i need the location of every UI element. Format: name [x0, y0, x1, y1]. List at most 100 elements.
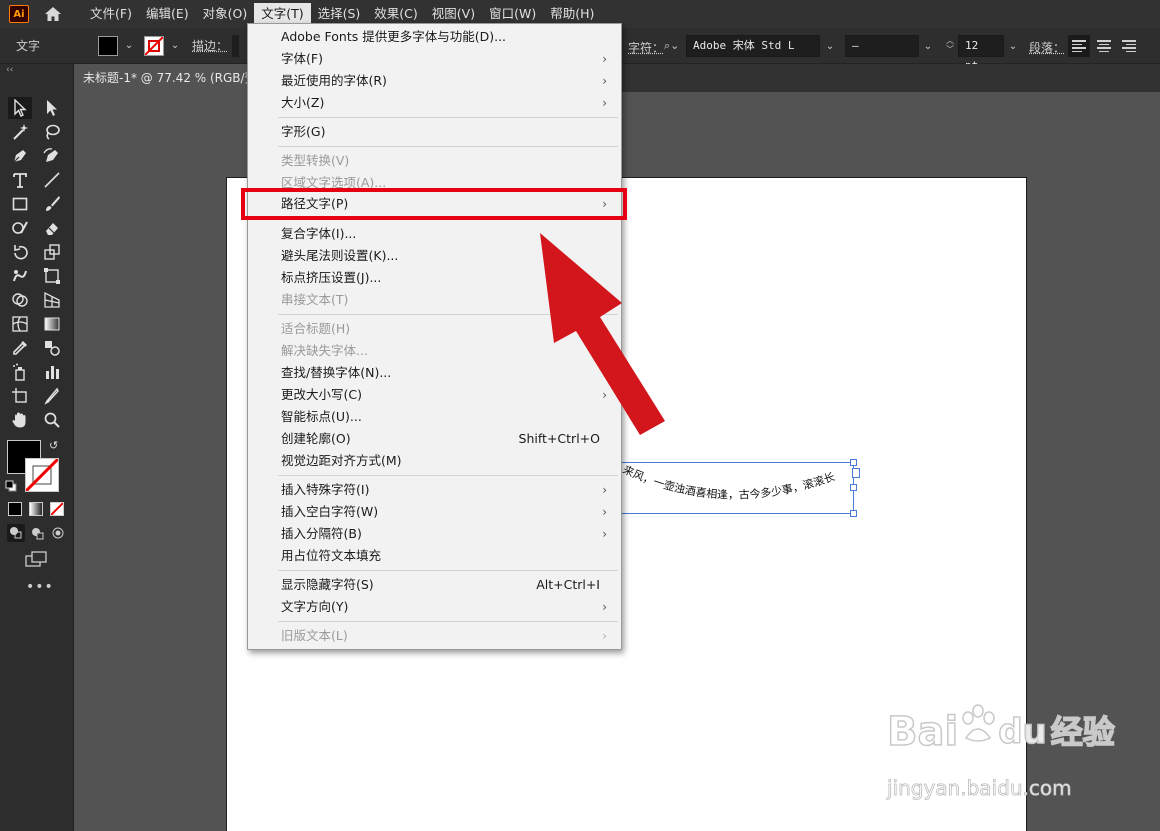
submenu-arrow-icon: › [602, 96, 607, 110]
font-style-dropdown-icon[interactable]: ⌄ [921, 39, 935, 53]
menu-option-18[interactable]: 视觉边距对齐方式(M) [248, 450, 621, 472]
menu-items: 文件(F) 编辑(E) 对象(O) 文字(T) 选择(S) 效果(C) 视图(V) 窗口(W)… [83, 3, 601, 25]
font-family-dropdown-icon[interactable]: ⌄ [823, 39, 837, 53]
menu-option-label: 解决缺失字体... [281, 343, 368, 358]
menu-option-20[interactable]: 插入空白字符(W) › [248, 501, 621, 523]
submenu-arrow-icon: › [602, 74, 607, 88]
menu-option-label: 文字方向(Y) [281, 599, 349, 614]
stroke-weight-input[interactable] [232, 34, 240, 57]
screen-mode-icon[interactable] [24, 550, 48, 568]
rectangle-tool-icon[interactable] [8, 193, 32, 215]
zoom-tool-icon[interactable] [40, 409, 64, 431]
scale-tool-icon[interactable] [40, 241, 64, 263]
slice-tool-icon[interactable] [40, 385, 64, 407]
symbol-sprayer-tool-icon[interactable] [8, 361, 32, 383]
mesh-tool-icon[interactable] [8, 313, 32, 335]
stroke-label: 描边： [192, 39, 229, 53]
gradient-mode-button[interactable] [29, 502, 43, 516]
fill-swatch[interactable] [98, 35, 119, 56]
bounding-handle-right[interactable] [850, 484, 857, 491]
menu-item-1[interactable]: 编辑(E) [139, 3, 196, 25]
selection-tool-icon[interactable] [8, 97, 32, 119]
edit-toolbar-icon[interactable]: ••• [26, 580, 53, 596]
watermark-url: jingyan.baidu.com [887, 776, 1072, 801]
menu-option-2[interactable]: 最近使用的字体(R) › [248, 70, 621, 92]
curvature-tool-icon[interactable] [40, 145, 64, 167]
direct-selection-tool-icon[interactable] [40, 97, 64, 119]
stroke-color-swatch[interactable] [25, 458, 59, 492]
free-transform-tool-icon[interactable] [40, 265, 64, 287]
app-logo[interactable]: Ai [9, 5, 29, 23]
font-family-input[interactable]: Adobe 宋体 Std L [686, 35, 820, 57]
pen-tool-icon[interactable] [8, 145, 32, 167]
menu-option-23[interactable]: 显示隐藏字符(S) Alt+Ctrl+I [248, 574, 621, 596]
draw-normal-icon[interactable] [7, 524, 25, 542]
align-center-button[interactable] [1093, 35, 1115, 57]
paintbrush-tool-icon[interactable] [40, 193, 64, 215]
menu-option-3[interactable]: 大小(Z) › [248, 92, 621, 114]
shape-builder-tool-icon[interactable] [8, 289, 32, 311]
menu-item-7[interactable]: 窗口(W) [482, 3, 543, 25]
menu-item-2[interactable]: 对象(O) [196, 3, 255, 25]
menu-separator [278, 621, 618, 622]
home-icon[interactable] [43, 5, 63, 23]
line-segment-tool-icon[interactable] [40, 169, 64, 191]
font-size-dropdown-icon[interactable]: ⌄ [1006, 39, 1020, 53]
none-mode-button[interactable] [50, 502, 64, 516]
lasso-tool-icon[interactable] [40, 121, 64, 143]
text-bounding-box[interactable] [620, 462, 854, 514]
shaper-tool-icon[interactable] [8, 217, 32, 239]
draw-behind-icon[interactable] [28, 524, 46, 542]
artboard-tool-icon[interactable] [8, 385, 32, 407]
font-search-icon[interactable]: ⌕⌄ [664, 36, 688, 56]
menu-item-8[interactable]: 帮助(H) [543, 3, 601, 25]
font-size-input[interactable]: 12 pt [958, 35, 1004, 72]
type-tool-icon[interactable] [8, 169, 32, 191]
font-size-stepper-icon[interactable]: ︿ ﹀ [943, 36, 957, 56]
collapse-panel-icon[interactable]: ‹‹ [0, 64, 73, 76]
menu-item-6[interactable]: 视图(V) [425, 3, 482, 25]
stroke-dropdown-icon[interactable]: ⌄ [168, 39, 182, 53]
column-graph-tool-icon[interactable] [40, 361, 64, 383]
menu-option-25[interactable]: 旧版文本(L) › [248, 625, 621, 647]
menu-separator [278, 475, 618, 476]
menu-option-1[interactable]: 字体(F) › [248, 48, 621, 70]
paragraph-label[interactable]: 段落： [1029, 39, 1065, 56]
stroke-swatch[interactable] [144, 35, 165, 56]
bounding-handle-top-right[interactable] [850, 459, 857, 466]
hand-tool-icon[interactable] [8, 409, 32, 431]
menu-option-24[interactable]: 文字方向(Y) › [248, 596, 621, 618]
menu-option-21[interactable]: 插入分隔符(B) › [248, 523, 621, 545]
align-left-button[interactable] [1068, 35, 1090, 57]
eyedropper-tool-icon[interactable] [8, 337, 32, 359]
menu-option-5[interactable]: 类型转换(V) [248, 150, 621, 172]
default-fill-stroke-icon[interactable] [5, 480, 17, 492]
bounding-handle-bottom-right[interactable] [850, 510, 857, 517]
menu-item-5[interactable]: 效果(C) [367, 3, 424, 25]
font-style-input[interactable]: – [845, 35, 919, 57]
swap-fill-stroke-icon[interactable]: ↺ [49, 439, 63, 453]
blend-tool-icon[interactable] [40, 337, 64, 359]
menu-item-4[interactable]: 选择(S) [311, 3, 368, 25]
menu-option-0[interactable]: Adobe Fonts 提供更多字体与功能(D)... [248, 26, 621, 48]
character-label[interactable]: 字符： [628, 39, 664, 56]
gradient-tool-icon[interactable] [40, 313, 64, 335]
fill-dropdown-icon[interactable]: ⌄ [122, 39, 136, 53]
align-right-button[interactable] [1118, 35, 1140, 57]
menu-option-label: Adobe Fonts 提供更多字体与功能(D)... [281, 29, 507, 44]
magic-wand-tool-icon[interactable] [8, 121, 32, 143]
rotate-tool-icon[interactable] [8, 241, 32, 263]
menu-option-19[interactable]: 插入特殊字符(I) › [248, 479, 621, 501]
draw-inside-icon[interactable] [49, 524, 67, 542]
path-end-handle[interactable] [852, 468, 860, 478]
eraser-tool-icon[interactable] [40, 217, 64, 239]
perspective-grid-tool-icon[interactable] [40, 289, 64, 311]
menu-item-3[interactable]: 文字(T) [254, 3, 311, 25]
menu-option-22[interactable]: 用占位符文本填充 [248, 545, 621, 567]
menu-item-0[interactable]: 文件(F) [83, 3, 139, 25]
color-mode-button[interactable] [8, 502, 22, 516]
document-tab[interactable]: 未标题-1* @ 77.42 % (RGB/预 [74, 64, 254, 92]
menu-option-4[interactable]: 字形(G) [248, 121, 621, 143]
menu-option-label: 智能标点(U)... [281, 409, 362, 424]
warp-tool-icon[interactable] [8, 265, 32, 287]
